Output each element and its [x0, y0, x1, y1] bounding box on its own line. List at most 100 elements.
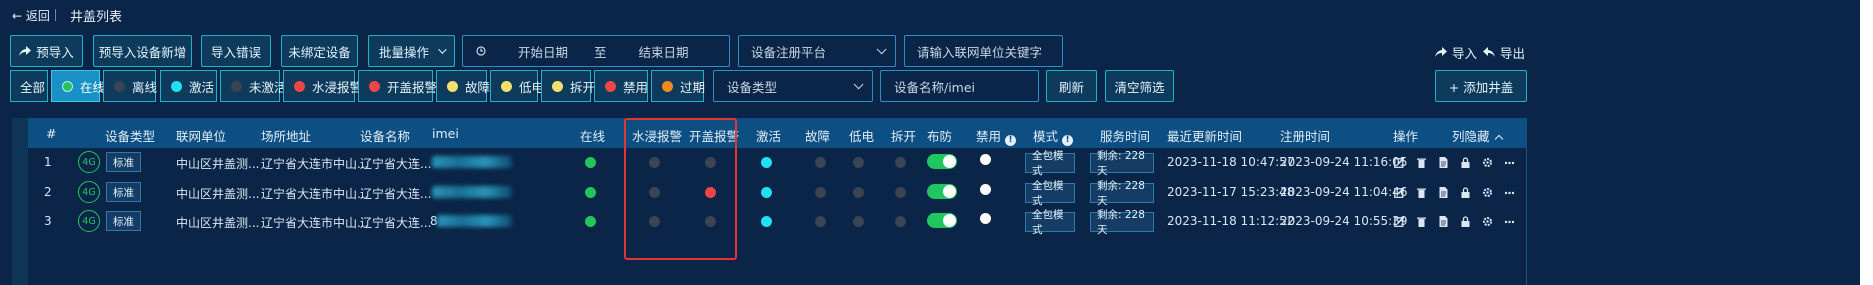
- date-range-picker[interactable]: 开始日期 至 结束日期: [462, 35, 730, 67]
- filter-11[interactable]: 过期: [651, 70, 705, 102]
- imei-redacted: [432, 186, 512, 198]
- defense-toggle[interactable]: [927, 184, 957, 199]
- col-defense: 布防: [927, 129, 953, 144]
- refresh-button[interactable]: 刷新: [1046, 70, 1097, 102]
- network-4g-icon: 4G: [78, 181, 100, 203]
- filter-4[interactable]: 未激活: [220, 70, 287, 102]
- device-name-cell: 辽宁省大连...: [360, 187, 432, 201]
- end-date-placeholder[interactable]: 结束日期: [639, 42, 689, 61]
- unit-keyword-input[interactable]: 请输入联网单位关键字: [904, 35, 1063, 67]
- network-unit-cell: 中山区井盖测...: [176, 157, 260, 171]
- platform-select[interactable]: 设备注册平台: [738, 35, 896, 67]
- filter-2[interactable]: 离线: [103, 70, 157, 102]
- address-cell: 辽宁省大连市中山...: [261, 157, 369, 171]
- registered-cell: 2023-09-24 11:16:05: [1280, 155, 1408, 169]
- import-error-button[interactable]: 导入错误: [201, 35, 271, 67]
- gear-icon[interactable]: [1482, 187, 1493, 198]
- document-icon[interactable]: [1438, 187, 1449, 198]
- header-divider: [55, 9, 56, 21]
- pre-import-button[interactable]: 预导入: [10, 35, 83, 67]
- import-link[interactable]: 导入: [1435, 43, 1477, 62]
- export-link[interactable]: 导出: [1483, 43, 1525, 62]
- col-activate: 激活: [756, 129, 782, 144]
- network-4g-icon: 4G: [78, 210, 100, 232]
- reply-icon: [1483, 47, 1495, 57]
- filter-9[interactable]: 拆开: [541, 70, 595, 102]
- gear-icon[interactable]: [1482, 157, 1493, 168]
- pre-import-new-button[interactable]: 预导入设备新增: [93, 35, 192, 67]
- chevron-down-icon: [438, 45, 447, 54]
- status-dot-icon: [501, 80, 512, 92]
- col-address: 场所地址: [261, 129, 312, 144]
- imei-redacted: [432, 156, 512, 168]
- unbound-device-button[interactable]: 未绑定设备: [281, 35, 358, 67]
- start-date-placeholder[interactable]: 开始日期: [518, 42, 568, 61]
- filter-0[interactable]: 全部: [10, 70, 48, 102]
- col-fault: 故障: [805, 129, 831, 144]
- document-icon[interactable]: [1438, 157, 1449, 168]
- disable-indicator[interactable]: [980, 213, 991, 224]
- filter-7[interactable]: 故障: [436, 70, 490, 102]
- last-updated-cell: 2023-11-17 15:23:48: [1167, 185, 1295, 199]
- name-imei-input[interactable]: 设备名称/imei: [880, 70, 1039, 102]
- filter-label: 过期: [680, 79, 706, 95]
- disable-indicator[interactable]: [980, 184, 991, 195]
- filter-label: 激活: [189, 79, 215, 95]
- filter-1[interactable]: 在线: [51, 70, 105, 102]
- clear-filter-button[interactable]: 清空筛选: [1105, 70, 1174, 102]
- edit-icon[interactable]: [1394, 157, 1405, 168]
- row-index: 2: [44, 185, 52, 199]
- batch-operation-label: 批量操作: [378, 44, 429, 60]
- col-low-power: 低电: [849, 129, 875, 144]
- low-power-dot: [853, 187, 864, 198]
- toggle-knob: [943, 155, 956, 168]
- defense-toggle[interactable]: [927, 213, 957, 228]
- clock-icon: [476, 46, 486, 56]
- trash-icon[interactable]: [1416, 157, 1427, 168]
- col-service-time: 服务时间: [1100, 129, 1151, 144]
- document-icon[interactable]: [1438, 216, 1449, 227]
- online-dot: [585, 157, 596, 168]
- batch-operation-button[interactable]: 批量操作: [368, 35, 455, 67]
- filter-10[interactable]: 禁用: [594, 70, 648, 102]
- trash-icon[interactable]: [1416, 187, 1427, 198]
- lock-icon[interactable]: [1460, 187, 1471, 198]
- device-type-select[interactable]: 设备类型: [713, 70, 873, 102]
- filter-8[interactable]: 低电: [490, 70, 544, 102]
- defense-toggle[interactable]: [927, 154, 957, 169]
- trash-icon[interactable]: [1416, 216, 1427, 227]
- col-online: 在线: [580, 129, 606, 144]
- disable-indicator[interactable]: [980, 154, 991, 165]
- edit-icon[interactable]: [1394, 187, 1405, 198]
- info-icon: !: [1062, 134, 1074, 146]
- network-4g-icon: 4G: [78, 151, 100, 173]
- gear-icon[interactable]: [1482, 216, 1493, 227]
- add-manhole-button[interactable]: + 添加井盖: [1435, 70, 1527, 102]
- tamper-dot: [895, 216, 906, 227]
- service-tag: 剩余: 228天: [1090, 209, 1154, 236]
- column-hide-toggle[interactable]: 列隐藏: [1452, 126, 1503, 145]
- edit-icon[interactable]: [1394, 216, 1405, 227]
- fault-dot: [815, 187, 826, 198]
- share-icon: [1435, 47, 1447, 57]
- tamper-dot: [895, 157, 906, 168]
- filter-5[interactable]: 水浸报警: [283, 70, 362, 102]
- status-dot-icon: [62, 80, 73, 92]
- last-updated-cell: 2023-11-18 11:12:52: [1167, 214, 1295, 228]
- back-link[interactable]: ← 返回: [12, 7, 50, 24]
- lock-icon[interactable]: [1460, 157, 1471, 168]
- more-icon[interactable]: [1504, 216, 1515, 227]
- registered-cell: 2023-09-24 10:55:39: [1280, 214, 1408, 228]
- more-icon[interactable]: [1504, 187, 1515, 198]
- highlight-box: [624, 118, 737, 260]
- more-icon[interactable]: [1504, 157, 1515, 168]
- filter-6[interactable]: 开盖报警: [358, 70, 437, 102]
- filter-3[interactable]: 激活: [160, 70, 217, 102]
- lock-icon[interactable]: [1460, 216, 1471, 227]
- status-dot-icon: [369, 80, 380, 92]
- pre-import-new-label: 预导入设备新增: [98, 44, 187, 60]
- device-type-tag: 标准: [106, 182, 141, 202]
- table-left-bar: [12, 118, 28, 285]
- fault-dot: [815, 157, 826, 168]
- mode-tag: 全包模式: [1025, 180, 1075, 207]
